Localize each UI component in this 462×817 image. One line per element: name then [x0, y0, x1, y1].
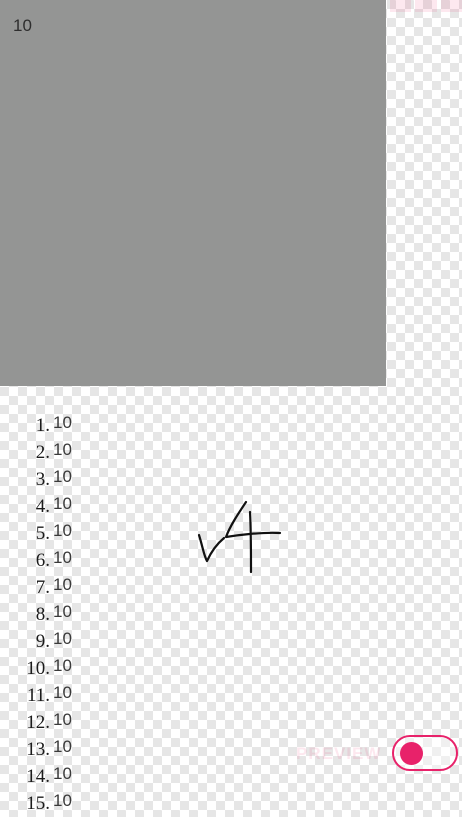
top-faded-strip [386, 0, 462, 12]
preview-toggle-switch[interactable] [392, 735, 458, 771]
list-item: 2. 10 [35, 439, 72, 463]
list-item: 4. 10 [35, 493, 72, 517]
list-item: 8. 10 [35, 601, 72, 625]
list-item: 3. 10 [35, 466, 72, 490]
gray-preview-panel: 10 [0, 0, 386, 386]
list-item: 13. 10 [26, 736, 72, 760]
numbered-list: 1. 10 2. 10 3. 10 4. 10 5. 10 6. 10 7. 10 8. 10 … [0, 412, 120, 817]
list-item: 7. 10 [35, 574, 72, 598]
list-item: 9. 10 [35, 628, 72, 652]
list-item: 12. 10 [26, 709, 72, 733]
preview-label: PREVIEW [296, 744, 382, 763]
list-item: 1. 10 [35, 412, 72, 436]
list-item: 11. 10 [26, 682, 72, 706]
panel-text: 10 [13, 16, 32, 35]
list-item: 5. 10 [35, 520, 72, 544]
list-item: 15. 10 [26, 790, 72, 814]
handwritten-drawing [197, 500, 282, 574]
toggle-thumb[interactable] [400, 742, 423, 765]
list-item: 14. 10 [26, 763, 72, 787]
list-item: 10. 10 [26, 655, 72, 679]
list-item: 6. 10 [35, 547, 72, 571]
